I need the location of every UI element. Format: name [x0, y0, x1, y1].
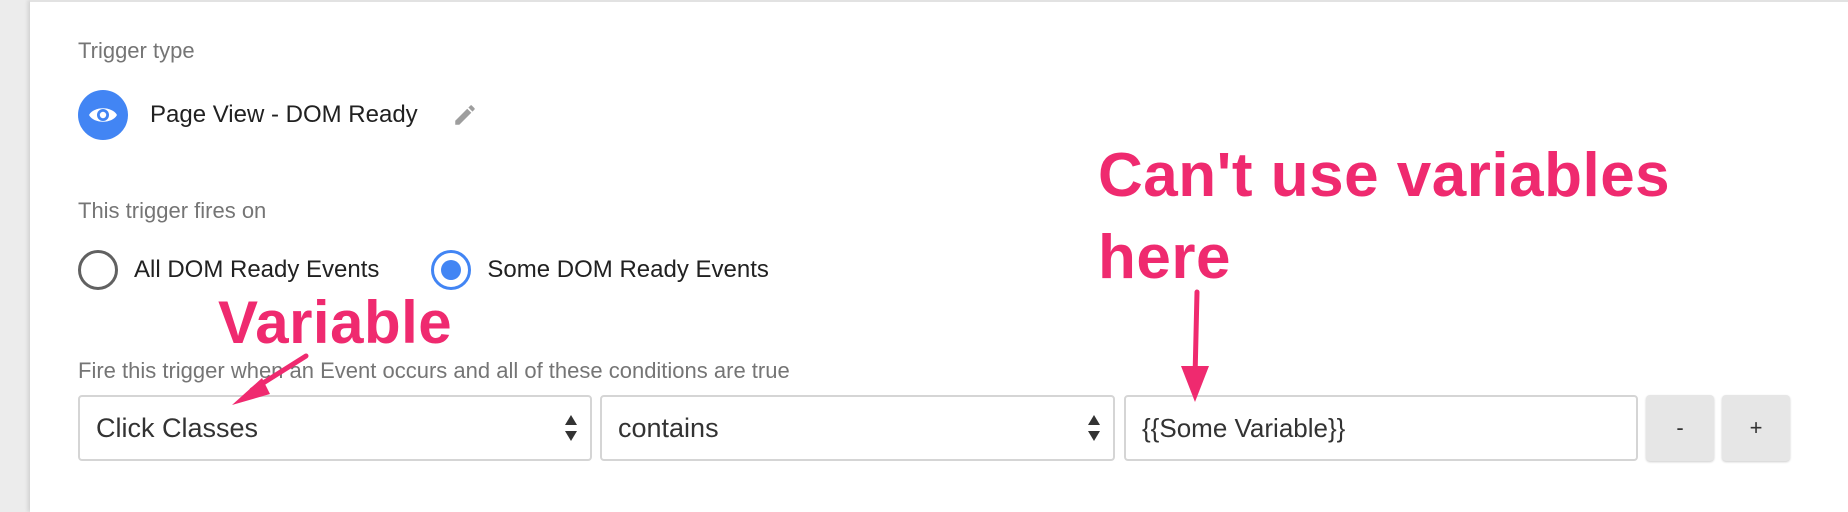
condition-value-input[interactable]: {{Some Variable}}: [1124, 395, 1638, 461]
trigger-type-name: Page View - DOM Ready: [150, 101, 418, 128]
operator-select[interactable]: contains: [600, 395, 1115, 461]
operator-select-value: contains: [618, 412, 719, 443]
remove-condition-button[interactable]: -: [1646, 395, 1714, 461]
radio-some-events[interactable]: Some DOM Ready Events: [431, 250, 769, 290]
fires-on-radio-group: All DOM Ready Events Some DOM Ready Even…: [78, 250, 769, 290]
radio-some-events-label: Some DOM Ready Events: [487, 256, 769, 283]
condition-value-text: {{Some Variable}}: [1142, 412, 1346, 443]
conditions-label: Fire this trigger when an Event occurs a…: [78, 358, 790, 383]
variable-select[interactable]: Click Classes: [78, 395, 592, 461]
variable-select-value: Click Classes: [96, 412, 259, 443]
radio-all-events-label: All DOM Ready Events: [134, 256, 380, 283]
select-arrows-icon: [1088, 415, 1100, 441]
pencil-icon[interactable]: [450, 100, 480, 130]
add-condition-button[interactable]: +: [1722, 395, 1790, 461]
radio-all-events[interactable]: All DOM Ready Events: [78, 250, 379, 290]
trigger-type-row: Page View - DOM Ready: [78, 90, 480, 140]
annotation-variable: Variable: [218, 289, 453, 356]
select-arrows-icon: [565, 415, 577, 441]
trigger-type-label: Trigger type: [78, 38, 195, 63]
annotation-cant-use-line2: here: [1098, 223, 1231, 292]
radio-unselected-icon[interactable]: [78, 250, 118, 290]
fires-on-label: This trigger fires on: [78, 198, 267, 223]
eye-icon: [78, 90, 128, 140]
radio-selected-icon[interactable]: [431, 250, 472, 290]
annotation-cant-use-line1: Can't use variables: [1098, 141, 1671, 210]
